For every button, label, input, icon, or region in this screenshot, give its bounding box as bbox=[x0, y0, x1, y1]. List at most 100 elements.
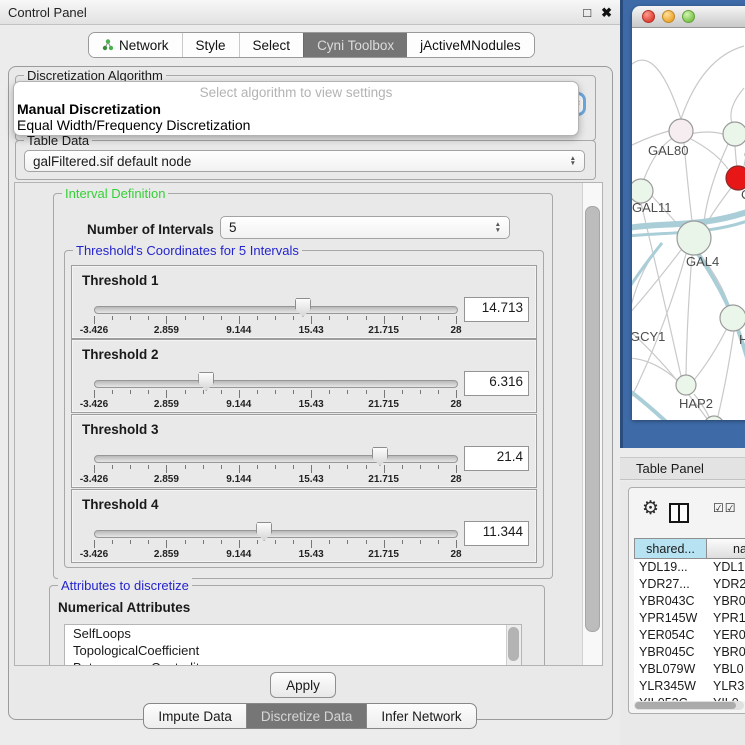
network-canvas[interactable]: GAL80GACGAL11GAL4GCY1HHAP2 bbox=[632, 28, 745, 420]
threshold-3-value-field[interactable]: 21.4 bbox=[464, 446, 529, 471]
float-window-icon[interactable]: □ bbox=[583, 6, 591, 19]
table-row[interactable]: YBR043CYBR0 bbox=[634, 593, 745, 610]
list-item[interactable]: TopologicalCoefficient bbox=[65, 642, 521, 659]
threshold-4-value-field[interactable]: 11.344 bbox=[464, 521, 529, 546]
gear-icon[interactable]: ⚙ bbox=[642, 497, 659, 520]
settings-scroll-viewport: Interval Definition Number of Intervals … bbox=[14, 182, 603, 666]
tab-style[interactable]: Style bbox=[182, 33, 239, 57]
table-row[interactable]: YDR27...YDR2 bbox=[634, 576, 745, 593]
tab-discretize-data[interactable]: Discretize Data bbox=[247, 703, 368, 729]
attributes-list-scrollbar[interactable] bbox=[506, 625, 521, 666]
threshold-4-slider-thumb[interactable] bbox=[256, 522, 272, 541]
tick-mark bbox=[384, 540, 385, 548]
table-row[interactable]: YBR045CYBR0 bbox=[634, 644, 745, 661]
tick-mark bbox=[347, 316, 348, 320]
tab-select[interactable]: Select bbox=[239, 33, 304, 57]
list-item[interactable]: BetweennessCentrality bbox=[65, 659, 521, 666]
threshold-1-slider-thumb[interactable] bbox=[295, 298, 311, 317]
table-cell: YBR045C bbox=[634, 644, 707, 661]
number-of-intervals-combobox[interactable]: 5 ▲▼ bbox=[220, 216, 510, 239]
table-row[interactable]: YLR345WYLR3 bbox=[634, 678, 745, 695]
tick-mark bbox=[438, 540, 439, 544]
attributes-list-scroll-thumb[interactable] bbox=[508, 627, 519, 661]
dropdown-option-equal-width[interactable]: Equal Width/Frequency Discretization bbox=[14, 117, 578, 133]
tick-mark bbox=[203, 540, 204, 544]
threshold-3-slider-thumb[interactable] bbox=[372, 447, 388, 466]
tab-impute-data[interactable]: Impute Data bbox=[143, 703, 247, 729]
slider-ticks bbox=[94, 540, 456, 549]
threshold-1-slider-track[interactable] bbox=[94, 306, 458, 314]
network-node-ga[interactable] bbox=[723, 122, 745, 146]
tick-mark bbox=[311, 540, 312, 548]
table-row[interactable]: YER054CYER0 bbox=[634, 627, 745, 644]
tick-mark bbox=[347, 465, 348, 469]
tick-mark bbox=[257, 316, 258, 320]
slider-ticks bbox=[94, 465, 456, 474]
threshold-4-slider-track[interactable] bbox=[94, 530, 458, 538]
tick-label: 2.859 bbox=[154, 474, 179, 485]
close-window-icon[interactable]: ✖ bbox=[601, 6, 612, 19]
threshold-2-value-field[interactable]: 6.316 bbox=[464, 371, 529, 396]
split-columns-icon[interactable] bbox=[669, 503, 689, 523]
tab-network[interactable]: Network bbox=[89, 33, 182, 57]
column-header-shared-name[interactable]: shared... bbox=[634, 538, 707, 559]
tick-mark bbox=[166, 540, 167, 548]
network-edge bbox=[694, 328, 727, 380]
threshold-1-panel: Threshold 1 -3.4262.8599.14415.4321.7152… bbox=[71, 265, 537, 339]
table-cell: YLR3 bbox=[707, 678, 745, 695]
number-of-intervals-label: Number of Intervals bbox=[87, 222, 214, 237]
table-row[interactable]: YDL19...YDL1 bbox=[634, 559, 745, 576]
attributes-list: SelfLoopsTopologicalCoefficientBetweenne… bbox=[64, 624, 522, 666]
network-node-hap2[interactable] bbox=[676, 375, 696, 395]
table-data-combobox[interactable]: galFiltered.sif default node ▲▼ bbox=[24, 150, 585, 172]
close-traffic-light-icon[interactable] bbox=[642, 10, 655, 23]
minimize-traffic-light-icon[interactable] bbox=[662, 10, 675, 23]
network-node-h[interactable] bbox=[720, 305, 745, 331]
tick-mark bbox=[384, 390, 385, 398]
threshold-3-slider-track[interactable] bbox=[94, 455, 458, 463]
interval-definition-group: Interval Definition Number of Intervals … bbox=[53, 193, 553, 579]
tick-mark bbox=[112, 390, 113, 394]
threshold-2-slider-track[interactable] bbox=[94, 380, 458, 388]
tick-mark bbox=[402, 390, 403, 394]
network-node-gal4[interactable] bbox=[677, 221, 711, 255]
dropdown-option-manual[interactable]: Manual Discretization bbox=[14, 101, 578, 117]
tick-mark bbox=[221, 316, 222, 320]
settings-scroll-thumb[interactable] bbox=[585, 206, 600, 632]
tab-cyni-toolbox[interactable]: Cyni Toolbox bbox=[303, 33, 407, 57]
select-columns-icon[interactable]: ☑☑ bbox=[713, 501, 737, 515]
algorithm-dropdown-popup: Select algorithm to view settings Manual… bbox=[13, 81, 579, 136]
column-header-name[interactable]: na bbox=[707, 538, 745, 559]
tab-infer-network[interactable]: Infer Network bbox=[367, 703, 476, 729]
tab-jactivemnodules[interactable]: jActiveMNodules bbox=[407, 33, 534, 57]
table-horizontal-scrollbar[interactable] bbox=[634, 701, 744, 710]
tick-mark bbox=[438, 390, 439, 394]
apply-button[interactable]: Apply bbox=[270, 672, 336, 698]
zoom-traffic-light-icon[interactable] bbox=[682, 10, 695, 23]
table-cell: YDL19... bbox=[634, 559, 707, 576]
tick-mark bbox=[166, 316, 167, 324]
control-panel-titlebar: Control Panel □ ✖ bbox=[0, 0, 620, 25]
network-svg: GAL80GACGAL11GAL4GCY1HHAP2 bbox=[632, 28, 745, 420]
threshold-4-label: Threshold 4 bbox=[82, 497, 159, 512]
table-row[interactable]: YPR145WYPR1 bbox=[634, 610, 745, 627]
list-item[interactable]: SelfLoops bbox=[65, 625, 521, 642]
network-view-window: GAL80GACGAL11GAL4GCY1HHAP2 bbox=[632, 6, 745, 420]
tick-mark bbox=[366, 540, 367, 544]
combobox-spinner-icon: ▲▼ bbox=[495, 222, 501, 233]
table-cell: YBL079W bbox=[634, 661, 707, 678]
threshold-2-slider-thumb[interactable] bbox=[198, 372, 214, 391]
network-node-label: GAL80 bbox=[648, 143, 688, 158]
threshold-1-value-field[interactable]: 14.713 bbox=[464, 297, 529, 322]
tick-mark bbox=[456, 390, 457, 398]
network-node-gal80[interactable] bbox=[669, 119, 693, 143]
tick-mark bbox=[402, 540, 403, 544]
tick-mark bbox=[420, 540, 421, 544]
settings-vertical-scrollbar[interactable] bbox=[582, 183, 602, 665]
tick-mark bbox=[329, 316, 330, 320]
table-hscroll-thumb[interactable] bbox=[635, 702, 736, 709]
table-cell: YPR145W bbox=[634, 610, 707, 627]
table-row[interactable]: YBL079WYBL0 bbox=[634, 661, 745, 678]
tick-mark bbox=[275, 316, 276, 320]
network-tab-icon bbox=[102, 39, 114, 51]
